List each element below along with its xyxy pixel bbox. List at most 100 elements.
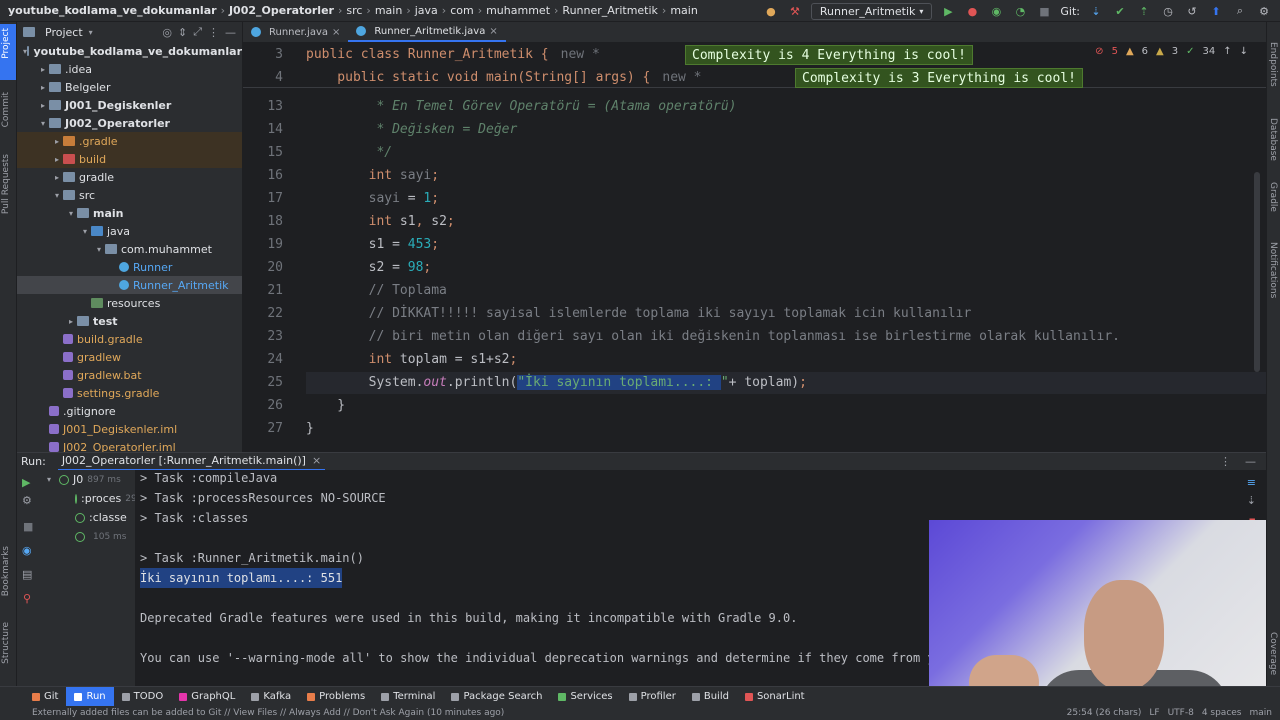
scroll-end-icon[interactable]: ⇣ (1247, 494, 1256, 507)
breadcrumb-item[interactable]: main (375, 4, 402, 17)
hammer-icon[interactable]: ⚒ (787, 3, 803, 19)
tree-item[interactable]: gradlew (17, 348, 242, 366)
stop-icon[interactable]: ■ (23, 520, 33, 533)
code-line[interactable]: s1 = 453; (306, 234, 439, 256)
tool-window-profiler[interactable]: Profiler (621, 687, 684, 707)
code-line[interactable]: sayi = 1; (306, 188, 439, 210)
tree-item[interactable]: J001_Degiskenler.iml (17, 420, 242, 438)
chevron-right-icon[interactable]: ▸ (51, 173, 63, 182)
gear-icon[interactable]: ⚙ (22, 494, 32, 507)
status-message[interactable]: Externally added files can be added to G… (32, 708, 504, 718)
ide-update-icon[interactable]: ⬆ (1208, 3, 1224, 19)
locate-icon[interactable]: ◎ (162, 26, 172, 39)
chevron-down-icon[interactable]: ▾ (89, 28, 93, 37)
soft-wrap-icon[interactable]: ≡ (1247, 476, 1256, 489)
chevron-down-icon[interactable]: ▾ (65, 209, 77, 218)
more-icon[interactable]: ⋮ (208, 26, 219, 39)
tree-item[interactable]: ▸ test (17, 312, 242, 330)
rollback-icon[interactable]: ↺ (1184, 3, 1200, 19)
run-config-selector[interactable]: Runner_Aritmetik ▾ (810, 2, 933, 20)
tool-window-build[interactable]: Build (684, 687, 737, 707)
tree-item[interactable]: ▾ youtube_kodlama_ve_dokumanlar (17, 42, 242, 60)
close-icon[interactable]: × (332, 27, 340, 38)
tool-window-todo[interactable]: TODO (114, 687, 172, 707)
editor-scrollbar[interactable] (1254, 172, 1260, 372)
tree-item[interactable]: ▸ J001_Degiskenler (17, 96, 242, 114)
tree-item[interactable]: build.gradle (17, 330, 242, 348)
tree-item[interactable]: ▸ .idea (17, 60, 242, 78)
tree-item[interactable]: J002_Operatorler.iml (17, 438, 242, 452)
status-item[interactable]: main (1250, 708, 1273, 718)
code-line[interactable]: System.out.println("İki sayının toplamı.… (306, 372, 1266, 394)
chevron-right-icon[interactable]: ▸ (51, 137, 63, 146)
arrow-up-icon[interactable]: ↑ (1223, 46, 1231, 57)
tree-item[interactable]: .gitignore (17, 402, 242, 420)
run-tree-item[interactable]: :classe (39, 508, 135, 527)
close-icon[interactable]: × (312, 454, 321, 467)
run-tree-item[interactable]: 105 ms (39, 527, 135, 546)
author-hint[interactable]: new * (662, 70, 701, 85)
chevron-down-icon[interactable]: ▾ (51, 191, 63, 200)
stripe-endpoints[interactable]: Endpoints (1268, 42, 1278, 87)
stripe-gradle[interactable]: Gradle (1268, 182, 1278, 212)
tree-item[interactable]: Runner (17, 258, 242, 276)
breadcrumb-item[interactable]: muhammet (486, 4, 550, 17)
user-icon[interactable]: ● (763, 3, 779, 19)
hide-icon[interactable]: — (1245, 455, 1256, 468)
code-line[interactable]: // DİKKAT!!!!! sayisal islemlerde toplam… (306, 303, 972, 325)
code-line[interactable]: * Değisken = Değer (306, 119, 517, 141)
run-tree-item[interactable]: ▾ J0 897 ms (39, 470, 135, 489)
tree-item[interactable]: ▾ src (17, 186, 242, 204)
tree-item[interactable]: ▾ java (17, 222, 242, 240)
editor-tab[interactable]: Runner_Aritmetik.java × (348, 22, 506, 42)
eye-icon[interactable]: ◉ (22, 544, 32, 557)
chevron-down-icon[interactable]: ▾ (93, 245, 105, 254)
status-item[interactable]: 4 spaces (1202, 708, 1242, 718)
tree-item[interactable]: ▾ com.muhammet (17, 240, 242, 258)
tool-window-run[interactable]: Run (66, 686, 114, 707)
tool-window-terminal[interactable]: Terminal (373, 687, 443, 707)
sticky-code-line[interactable]: public static void main(String[] args) {… (306, 67, 701, 89)
breadcrumb-item[interactable]: Runner_Aritmetik (562, 4, 658, 17)
code-line[interactable]: } (306, 395, 345, 417)
tool-window-package-search[interactable]: Package Search (443, 687, 550, 707)
code-line[interactable]: // Toplama (306, 280, 447, 302)
chevron-right-icon[interactable]: ▸ (37, 65, 49, 74)
pin-icon[interactable]: ⚲ (23, 592, 31, 605)
tree-item[interactable]: ▸ .gradle (17, 132, 242, 150)
code-line[interactable]: */ (306, 142, 392, 164)
tree-item[interactable]: resources (17, 294, 242, 312)
run-tree-item[interactable]: :proces291 ms (39, 489, 135, 508)
chevron-down-icon[interactable]: ▾ (79, 227, 91, 236)
tree-item[interactable]: settings.gradle (17, 384, 242, 402)
tool-window-sonarlint[interactable]: SonarLint (737, 687, 813, 707)
breadcrumb-item[interactable]: src (346, 4, 362, 17)
tree-item[interactable]: Runner_Aritmetik (17, 276, 242, 294)
chevron-right-icon[interactable]: ▸ (37, 101, 49, 110)
tool-window-kafka[interactable]: Kafka (243, 687, 299, 707)
tool-window-services[interactable]: Services (550, 687, 620, 707)
chevron-right-icon[interactable]: ▸ (51, 155, 63, 164)
status-item[interactable]: LF (1149, 708, 1159, 718)
code-line[interactable]: int sayi; (306, 165, 439, 187)
breadcrumb-item[interactable]: youtube_kodlama_ve_dokumanlar (8, 4, 217, 17)
code-line[interactable]: * En Temel Görev Operatörü = (Atama oper… (306, 96, 736, 118)
chevron-down-icon[interactable]: ▾ (37, 119, 49, 128)
git-push-icon[interactable]: ⇡ (1136, 3, 1152, 19)
stripe-notifications[interactable]: Notifications (1268, 242, 1278, 298)
stripe-bookmarks[interactable]: Bookmarks (1, 546, 11, 596)
stripe-database[interactable]: Database (1268, 118, 1278, 161)
hide-icon[interactable]: — (225, 26, 236, 39)
tree-item[interactable]: ▸ Belgeler (17, 78, 242, 96)
tree-item[interactable]: ▾ main (17, 204, 242, 222)
git-update-icon[interactable]: ⇣ (1088, 3, 1104, 19)
stop-icon[interactable]: ■ (1036, 3, 1052, 19)
chevron-down-icon[interactable]: ▾ (47, 475, 51, 484)
profile-icon[interactable]: ◔ (1012, 3, 1028, 19)
status-item[interactable]: UTF-8 (1168, 708, 1194, 718)
project-title[interactable]: Project (45, 26, 83, 39)
more-icon[interactable]: ⋮ (1220, 455, 1231, 468)
inspection-widget[interactable]: ⊘ 5 ▲ 6 ▲ 3 ✓ 34 ↑ ↓ (1095, 46, 1248, 57)
code-line[interactable]: int s1, s2; (306, 211, 455, 233)
stripe-project[interactable]: Project (1, 28, 11, 59)
